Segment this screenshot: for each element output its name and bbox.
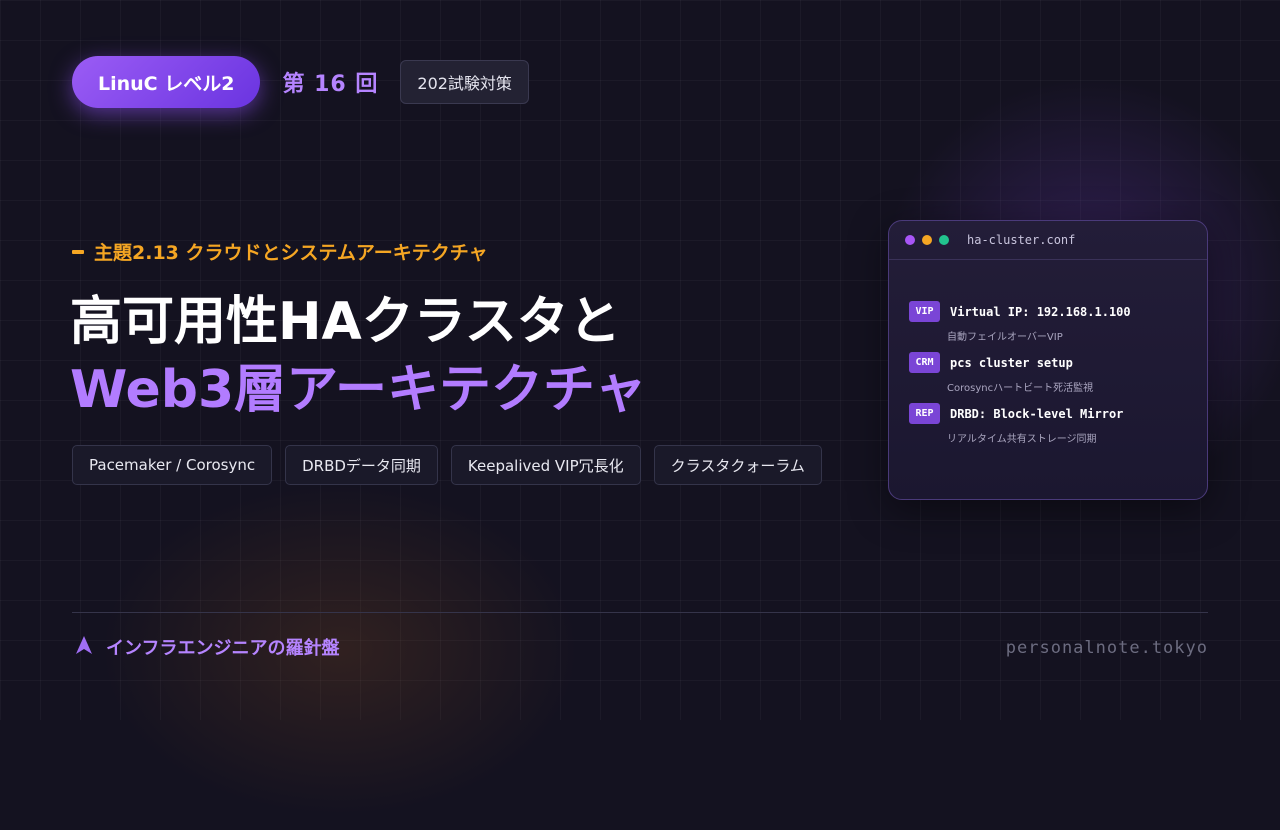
navigation-arrow-icon <box>76 635 92 659</box>
title-line-1: 高可用性HAクラスタと <box>70 292 621 352</box>
config-text: pcs cluster setup <box>950 355 1073 370</box>
config-description: Corosyncハートビート死活監視 <box>947 383 1094 394</box>
config-item: VIP Virtual IP: 192.168.1.100 自動フェイルオーバー… <box>909 301 1131 352</box>
footer-divider <box>72 612 1208 613</box>
card-titlebar: ha-cluster.conf <box>889 221 1207 260</box>
config-text: Virtual IP: 192.168.1.100 <box>950 304 1131 319</box>
config-card: ha-cluster.conf VIP Virtual IP: 192.168.… <box>888 220 1208 500</box>
exam-badge: 202試験対策 <box>400 60 529 104</box>
episode-number: 第 16 回 <box>282 72 379 97</box>
tag-item: Pacemaker / Corosync <box>72 445 273 485</box>
brand: インフラエンジニアの羅針盤 <box>72 634 339 660</box>
config-list: VIP Virtual IP: 192.168.1.100 自動フェイルオーバー… <box>909 301 1131 454</box>
config-badge: REP <box>909 403 940 424</box>
window-dot-icon <box>905 235 915 245</box>
tag-item: DRBDデータ同期 <box>285 445 438 485</box>
config-text: DRBD: Block-level Mirror <box>950 406 1124 421</box>
level-badge: LinuC レベル2 <box>72 56 261 108</box>
config-item: REP DRBD: Block-level Mirror リアルタイム共有ストレ… <box>909 403 1131 454</box>
config-item: CRM pcs cluster setup Corosyncハートビート死活監視 <box>909 352 1131 403</box>
config-badge: CRM <box>909 352 940 373</box>
dash-icon <box>72 249 84 254</box>
site-url: personalnote.tokyo <box>1005 638 1208 658</box>
tag-item: クラスタクォーラム <box>653 445 822 485</box>
header-row: LinuC レベル2 第 16 回 202試験対策 <box>72 56 529 108</box>
config-description: リアルタイム共有ストレージ同期 <box>947 434 1097 445</box>
tag-list: Pacemaker / Corosync DRBDデータ同期 Keepalive… <box>72 445 835 485</box>
config-badge: VIP <box>909 301 940 322</box>
window-dot-icon <box>922 235 932 245</box>
config-description: 自動フェイルオーバーVIP <box>947 332 1063 343</box>
brand-name: インフラエンジニアの羅針盤 <box>106 638 340 659</box>
tag-item: Keepalived VIP冗長化 <box>450 445 641 485</box>
topic-heading: 主題2.13 クラウドとシステムアーキテクチャ <box>72 238 488 265</box>
card-filename: ha-cluster.conf <box>967 233 1076 247</box>
topic-label: 主題2.13 クラウドとシステムアーキテクチャ <box>94 242 488 264</box>
title-line-2: Web3層アーキテクチャ <box>70 360 647 420</box>
window-dot-icon <box>939 235 949 245</box>
